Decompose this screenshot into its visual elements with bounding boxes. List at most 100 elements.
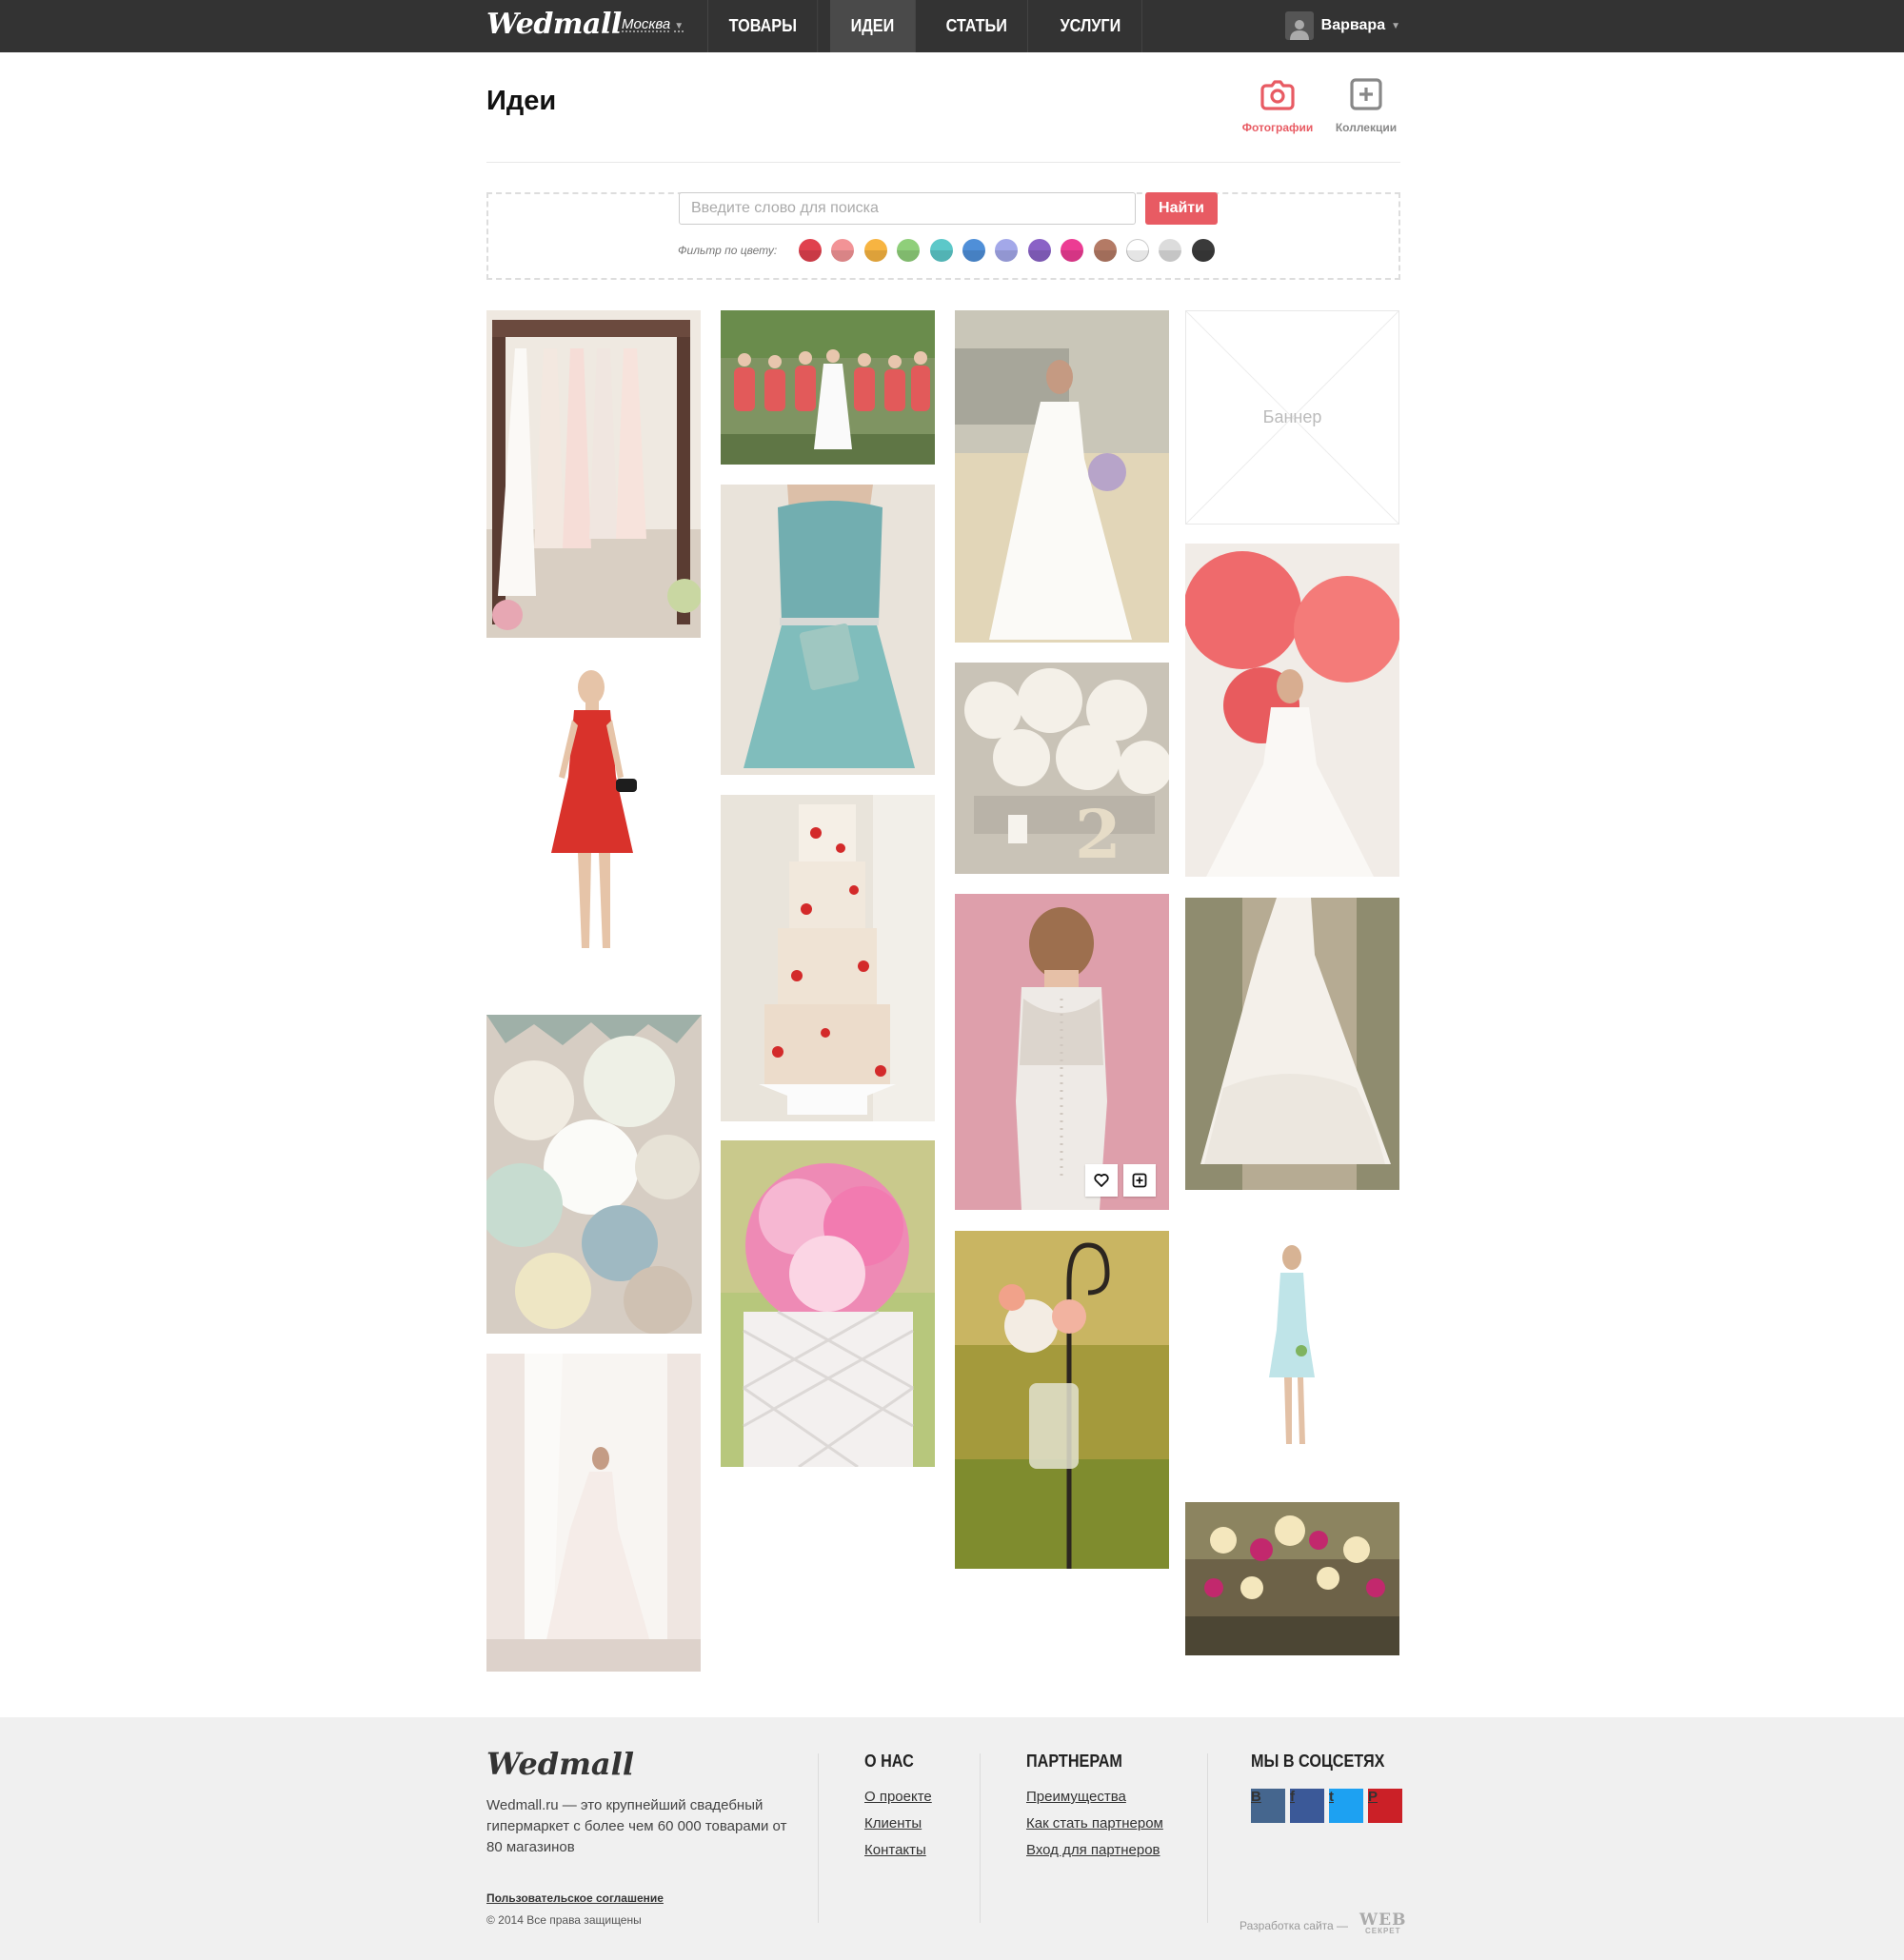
user-menu[interactable]: Варвара ▼ [1284, 11, 1400, 40]
social-buttons: В f t P [1251, 1789, 1407, 1833]
footer-about-column: О НАС О проекте Клиенты Контакты [864, 1752, 932, 1869]
photo-bridesmaids-group [721, 310, 935, 465]
color-swatch-8[interactable] [1061, 239, 1084, 262]
developer-credit: Разработка сайта — WEB СЕКРЕТ [1240, 1911, 1407, 1936]
user-name: Варвара [1320, 17, 1386, 33]
photo-peony-cake [721, 1140, 935, 1467]
city-selector[interactable]: Москва ▼ [622, 16, 684, 32]
twitter-icon[interactable]: t [1329, 1789, 1363, 1823]
view-photos-button[interactable]: Фотографии [1235, 78, 1320, 134]
nav-item-articles[interactable]: СТАТЬИ [925, 0, 1029, 52]
developer-credit-text: Разработка сайта — [1240, 1919, 1349, 1932]
photo-mint-dress [1185, 1210, 1399, 1501]
color-swatch-10[interactable] [1125, 239, 1149, 262]
chevron-down-icon: ▼ [1391, 20, 1400, 31]
view-collections-button[interactable]: Коллекции [1323, 78, 1409, 134]
footer-link-become-partner[interactable]: Как стать партнером [1026, 1815, 1163, 1831]
facebook-icon[interactable]: f [1290, 1789, 1324, 1823]
image-tile-bridesmaids-group[interactable] [721, 310, 935, 465]
footer-link-about-project[interactable]: О проекте [864, 1789, 932, 1805]
view-photos-label: Фотографии [1241, 121, 1314, 134]
photo-jar-flowers [955, 1231, 1169, 1569]
nav-item-goods[interactable]: ТОВАРЫ [708, 0, 819, 52]
color-swatch-11[interactable] [1159, 239, 1182, 262]
top-navigation-bar: Wedmall Москва ▼ ТОВАРЫ ИДЕИ СТАТЬИ УСЛУГ… [0, 0, 1904, 52]
developer-logo[interactable]: WEB СЕКРЕТ [1359, 1911, 1407, 1936]
image-tile-naked-cake-strawberries[interactable] [721, 795, 935, 1121]
footer-about-text: Wedmall.ru — это крупнейший свадебный ги… [486, 1797, 787, 1855]
image-tile-dresses-on-rack[interactable] [486, 310, 701, 638]
footer-separator [980, 1753, 981, 1923]
color-swatch-2[interactable] [863, 239, 887, 262]
footer-partners-column: ПАРТНЕРАМ Преимущества Как стать партнер… [1026, 1752, 1163, 1869]
banner-placeholder[interactable]: Баннер [1185, 310, 1399, 525]
developer-logo-main: WEB [1359, 1911, 1407, 1930]
image-tile-bride-in-field[interactable] [955, 310, 1169, 643]
footer-link-advantages[interactable]: Преимущества [1026, 1789, 1163, 1805]
color-swatch-6[interactable] [995, 239, 1019, 262]
footer-link-contacts[interactable]: Контакты [864, 1842, 932, 1858]
footer-social-column: МЫ В СОЦСЕТЯХ В f t P [1251, 1752, 1407, 1833]
like-button[interactable] [1085, 1164, 1118, 1197]
city-label: Москва [622, 16, 671, 32]
image-tile-bride-at-window[interactable] [486, 1354, 701, 1672]
site-logo[interactable]: Wedmall [486, 8, 622, 41]
image-tile-lace-back-dress[interactable] [955, 894, 1169, 1210]
image-tile-peony-cake[interactable] [721, 1140, 935, 1467]
color-swatch-3[interactable] [897, 239, 921, 262]
color-swatch-1[interactable] [831, 239, 855, 262]
photo-bride-balloons [1185, 544, 1399, 877]
photo-white-flowers: 2 [955, 663, 1169, 874]
color-swatch-5[interactable] [962, 239, 985, 262]
image-tile-paper-lanterns[interactable] [486, 1015, 702, 1334]
photo-dresses-on-rack [486, 310, 701, 638]
developer-logo-sub: СЕКРЕТ [1364, 1927, 1401, 1935]
image-tile-bride-red-balloons[interactable] [1185, 544, 1399, 877]
top-navigation-inner: Wedmall Москва ▼ ТОВАРЫ ИДЕИ СТАТЬИ УСЛУГ… [486, 0, 1400, 52]
photo-bride-at-window [486, 1354, 701, 1672]
color-swatch-7[interactable] [1027, 239, 1051, 262]
heart-icon [1094, 1174, 1109, 1187]
photo-garden-lanterns [1185, 1502, 1399, 1655]
site-footer: Wedmall Wedmall.ru — это крупнейший свад… [0, 1717, 1904, 1960]
image-tile-garden-lanterns-party[interactable] [1185, 1502, 1399, 1655]
photo-ruffled-gown [1185, 898, 1399, 1190]
add-collection-icon [1350, 78, 1382, 110]
nav-item-services[interactable]: УСЛУГИ [1040, 0, 1143, 52]
image-tile-model-red-dress[interactable] [486, 653, 701, 980]
nav-item-ideas[interactable]: ИДЕИ [830, 0, 917, 52]
color-swatch-4[interactable] [929, 239, 953, 262]
image-tile-mint-bridesmaid-dress[interactable] [1185, 1210, 1399, 1501]
photo-naked-cake [721, 795, 935, 1121]
color-swatch-12[interactable] [1191, 239, 1215, 262]
search-panel: Найти Фильтр по цвету: [486, 192, 1400, 280]
image-tile-jar-flowers-hook[interactable] [955, 1231, 1169, 1569]
user-avatar-icon [1284, 11, 1314, 40]
color-swatch-9[interactable] [1093, 239, 1117, 262]
photo-bride-in-field [955, 310, 1169, 643]
color-filter-swatches [799, 239, 1224, 262]
photo-turquoise-dress [721, 485, 935, 775]
footer-separator [818, 1753, 819, 1923]
footer-separator [1207, 1753, 1208, 1923]
image-tile-white-flowers-table-number[interactable]: 2 [955, 663, 1169, 874]
banner-label: Баннер [1262, 407, 1322, 426]
image-tile-turquoise-dress[interactable] [721, 485, 935, 775]
search-button[interactable]: Найти [1145, 192, 1218, 225]
image-tile-ruffled-gown-path[interactable] [1185, 898, 1399, 1190]
add-to-collection-button[interactable] [1123, 1164, 1156, 1197]
copyright: © 2014 Все права защищены [486, 1913, 642, 1927]
vk-icon[interactable]: В [1251, 1789, 1285, 1823]
photo-model-red-dress [486, 653, 701, 980]
svg-text:2: 2 [1075, 795, 1121, 874]
tile-actions [1080, 1164, 1156, 1197]
page-title: Идеи [486, 86, 557, 116]
color-swatch-0[interactable] [799, 239, 822, 262]
footer-link-clients[interactable]: Клиенты [864, 1815, 932, 1831]
footer-link-partner-login[interactable]: Вход для партнеров [1026, 1842, 1163, 1858]
pinterest-icon[interactable]: P [1368, 1789, 1402, 1823]
search-input[interactable] [679, 192, 1136, 225]
chevron-down-icon: ▼ [674, 21, 684, 31]
footer-logo[interactable]: Wedmall [486, 1746, 634, 1782]
user-agreement-link[interactable]: Пользовательское соглашение [486, 1891, 664, 1905]
